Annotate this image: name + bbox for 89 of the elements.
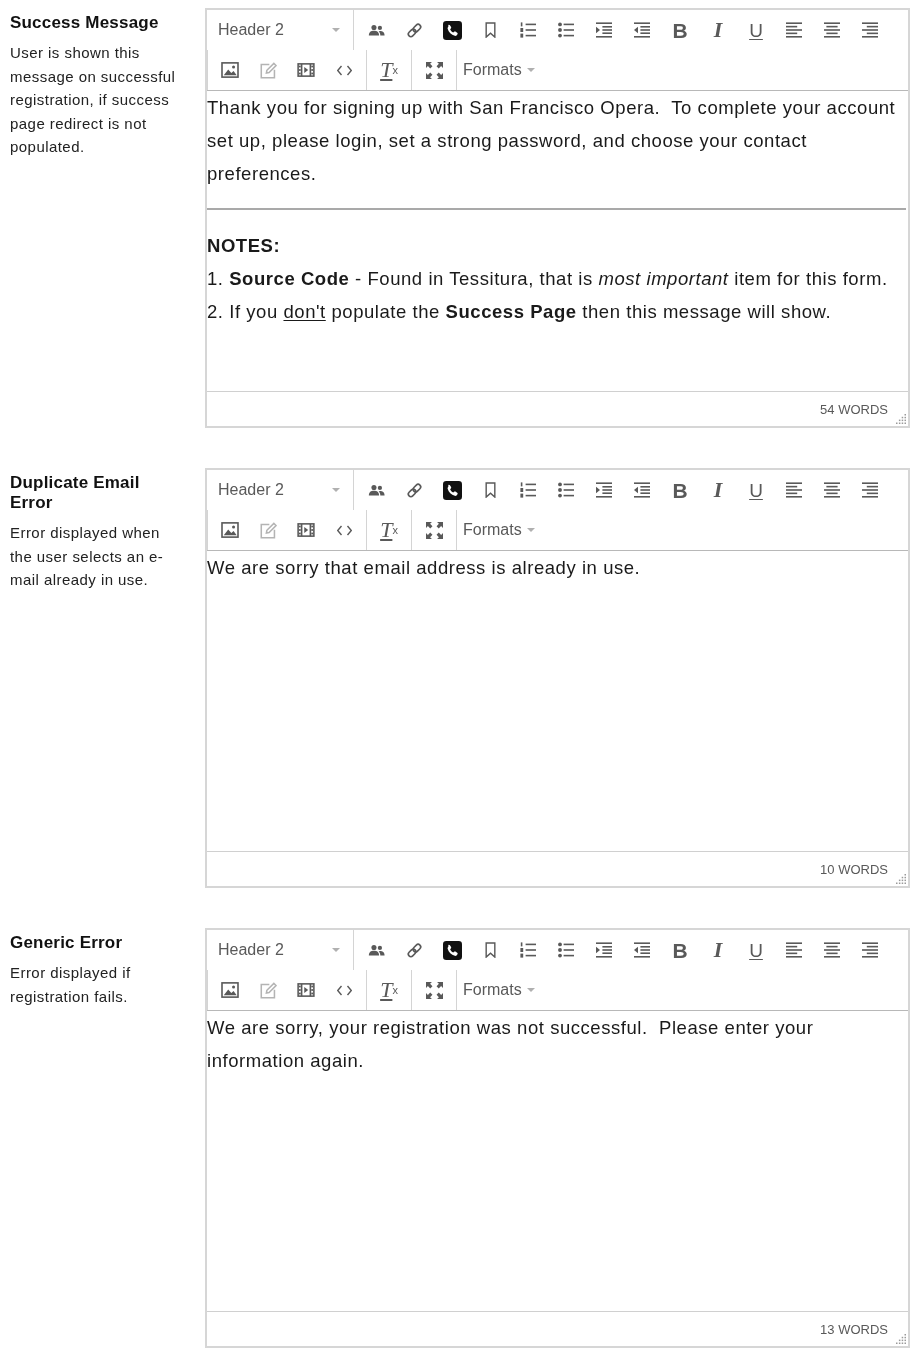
paragraph-text: We are sorry, your registration was not successful. Please enter your information again. [207,1016,815,1073]
bold-button[interactable]: B [661,10,699,50]
bookmark-icon [484,942,496,958]
people-icon [367,484,385,496]
align-right-icon [862,942,878,958]
paragraph-text: 2. If you don't populate the Success Page then this message will show. [207,300,833,324]
section-title: Success Message [10,13,160,33]
italic-button[interactable]: I [699,930,737,970]
section-description: Error displayed when the user selects an e-mail already in use. [10,523,165,590]
caret-icon [526,68,535,72]
indent-icon [596,482,612,498]
word-count: 54 WORDS [820,401,888,417]
numbered-list-icon [520,942,536,958]
paragraph-text: We are sorry that email address is already in use. [207,556,642,580]
editor-text-field[interactable]: We are sorry that email address is already in use. [207,551,908,851]
caret-icon [526,528,535,532]
film-icon [297,523,315,537]
outdent-icon [634,482,650,498]
italic-button[interactable]: I [699,470,737,510]
underline-button[interactable]: U [737,930,775,970]
link-icon [405,481,423,499]
phone-icon [442,20,462,40]
heading-text: NOTES: [207,234,282,258]
image-icon [221,522,239,538]
section-title: Generic Error [10,933,124,953]
align-left-icon [786,942,802,958]
outdent-icon [634,22,650,38]
film-icon [297,63,315,77]
fullscreen-icon [425,521,443,539]
link-icon [405,21,423,39]
people-icon [367,24,385,36]
bullet-list-icon [558,482,574,498]
align-right-icon [862,22,878,38]
align-right-icon [862,482,878,498]
phone-icon [442,940,462,960]
phone-icon [442,480,462,500]
word-count: 10 WORDS [820,861,888,877]
bullet-list-icon [558,942,574,958]
section-title: Duplicate Email Error [10,473,141,513]
outdent-icon [634,942,650,958]
image-icon [221,62,239,78]
numbered-list-icon [520,22,536,38]
people-icon [367,944,385,956]
indent-icon [596,22,612,38]
section-description: User is shown this message on successful registration, if success page redirect is not populated. [10,43,177,157]
italic-button[interactable]: I [699,10,737,50]
paragraph-text: 1. Source Code - Found in Tessitura, that is most important item for this form. [207,267,889,291]
indent-icon [596,942,612,958]
bookmark-icon [484,22,496,38]
align-left-icon [786,22,802,38]
block-format-dropdown[interactable]: Header 2 [207,10,353,50]
paragraph-text: Thank you for signing up with San Francisco Opera. To complete your account set up, please login, set a strong password, and choose your contact preferences. [207,96,897,186]
block-format-dropdown[interactable]: Header 2 [207,470,353,510]
formats-menu-button[interactable]: Formats [460,970,541,1010]
numbered-list-icon [520,482,536,498]
resize-handle-icon[interactable] [896,414,906,424]
section-description: Error displayed if registration fails. [10,963,132,1007]
align-center-icon [824,942,840,958]
caret-icon [332,488,340,492]
caret-icon [526,988,535,992]
fullscreen-icon [425,61,443,79]
caret-icon [332,948,340,952]
underline-button[interactable]: U [737,470,775,510]
code-icon [336,524,352,536]
align-left-icon [786,482,802,498]
word-count: 13 WORDS [820,1321,888,1337]
resize-handle-icon[interactable] [896,1334,906,1344]
underline-button[interactable]: U [737,10,775,50]
formats-menu-button[interactable]: Formats [460,510,541,550]
link-icon [405,941,423,959]
fullscreen-icon [425,981,443,999]
align-center-icon [824,482,840,498]
bold-button[interactable]: B [661,930,699,970]
bold-button[interactable]: B [661,470,699,510]
image-icon [221,982,239,998]
formats-menu-button[interactable]: Formats [460,50,541,90]
bullet-list-icon [558,22,574,38]
code-icon [336,64,352,76]
editor-text-field[interactable]: We are sorry, your registration was not successful. Please enter your information again. [207,1011,908,1311]
caret-icon [332,28,340,32]
pencil-icon [259,521,277,539]
pencil-icon [259,981,277,999]
pencil-icon [259,61,277,79]
block-format-dropdown[interactable]: Header 2 [207,930,353,970]
resize-handle-icon[interactable] [896,874,906,884]
bookmark-icon [484,482,496,498]
film-icon [297,983,315,997]
code-icon [336,984,352,996]
align-center-icon [824,22,840,38]
